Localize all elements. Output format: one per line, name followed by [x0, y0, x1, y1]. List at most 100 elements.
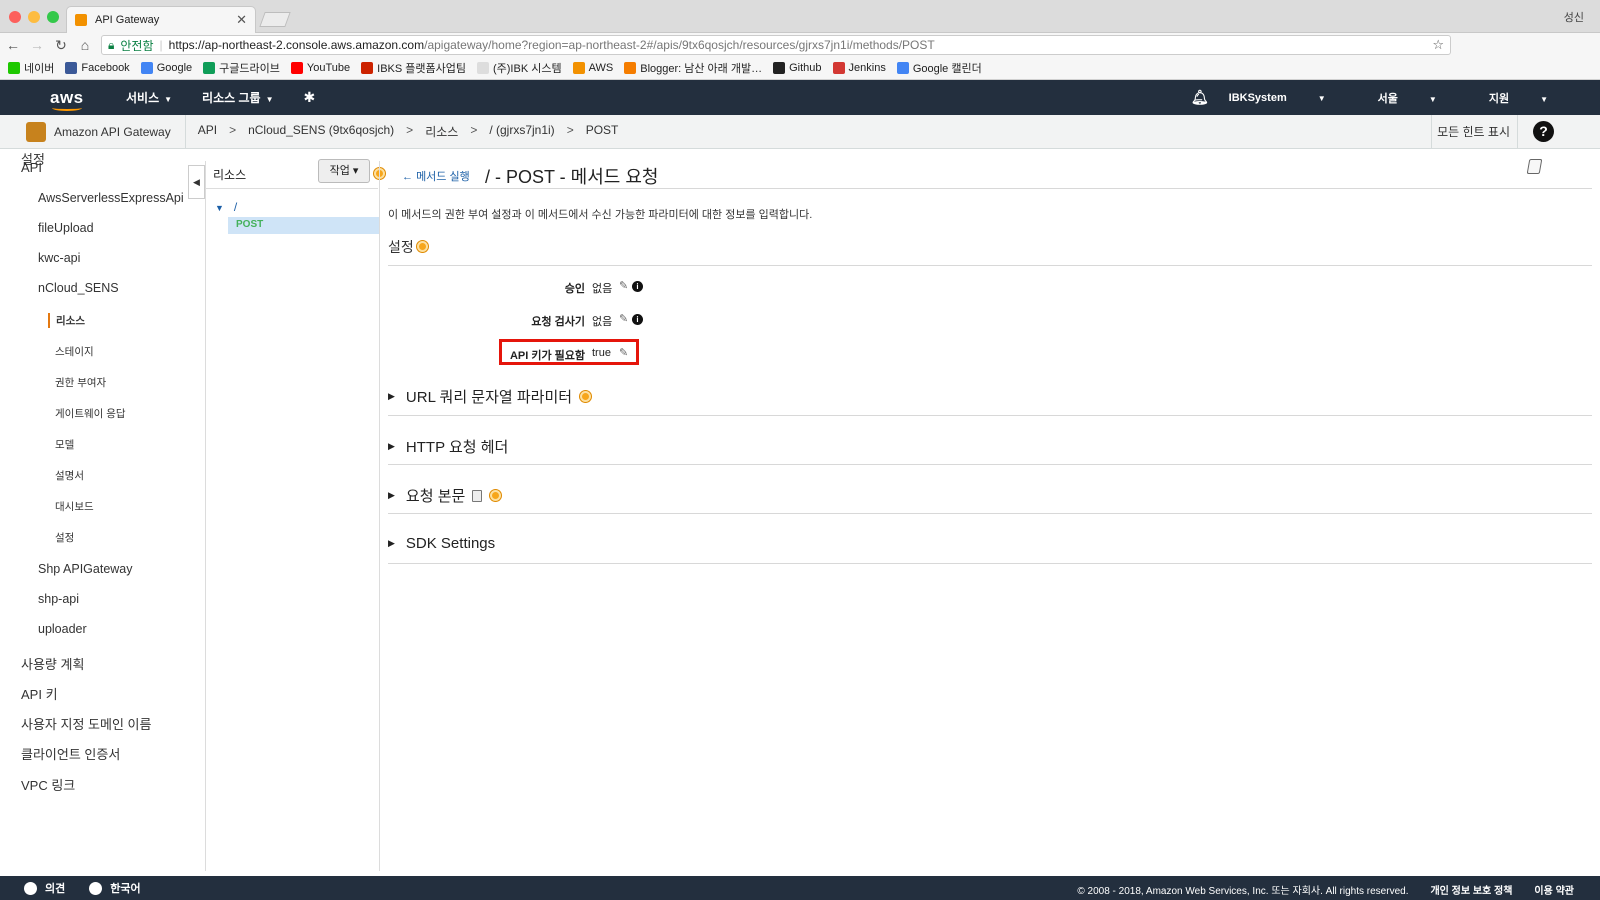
support-menu[interactable]: 지원 ▼: [1489, 90, 1574, 106]
bookmark-star-icon[interactable]: ☆: [1432, 37, 1444, 53]
bookmark-item[interactable]: IBKS 플랫폼사업팀: [361, 60, 466, 76]
chevron-down-icon: ▼: [1428, 94, 1437, 104]
nav-api-item[interactable]: Shp APIGateway: [38, 562, 133, 576]
bookmark-item[interactable]: Jenkins: [832, 62, 886, 74]
bookmark-item[interactable]: (주)IBK 시스템: [476, 60, 562, 76]
actions-button[interactable]: 작업 ▾: [318, 159, 370, 183]
nav-api-item[interactable]: fileUpload: [38, 221, 94, 235]
window-minimize-button[interactable]: [28, 11, 40, 23]
bookmark-item[interactable]: Github: [773, 62, 822, 74]
bookmark-item[interactable]: Google: [140, 62, 192, 74]
help-icon[interactable]: ?: [1533, 121, 1554, 142]
divider: [388, 513, 1592, 514]
nav-item[interactable]: VPC 링크: [21, 775, 75, 794]
bookmark-item[interactable]: Google 캘린더: [896, 60, 982, 76]
bookmark-item[interactable]: Facebook: [65, 62, 130, 74]
browser-tab[interactable]: API Gateway ✕: [66, 6, 256, 33]
bookmark-label: Blogger: 남산 아래 개발…: [640, 63, 763, 75]
resource-method-post[interactable]: POST: [228, 217, 379, 234]
services-menu[interactable]: 서비스 ▼: [126, 89, 172, 106]
pin-icon[interactable]: ✱: [304, 89, 316, 106]
bookmark-item[interactable]: AWS: [572, 62, 613, 74]
hint-icon[interactable]: [417, 241, 428, 252]
forward-arrow-icon[interactable]: →: [26, 37, 48, 53]
documentation-book-icon[interactable]: [1526, 159, 1543, 174]
bookmark-item[interactable]: 구글드라이브: [203, 60, 280, 76]
section-request-body[interactable]: ▶ 요청 본문: [388, 485, 502, 506]
section-http-request-headers[interactable]: ▶ HTTP 요청 헤더: [388, 436, 508, 457]
collapse-sidebar-button[interactable]: ◀: [188, 165, 205, 199]
nav-api-item[interactable]: AwsServerlessExpressApi: [38, 191, 184, 205]
new-tab-button[interactable]: [259, 12, 291, 27]
terms-link[interactable]: 이용 약관: [1534, 882, 1574, 897]
home-icon[interactable]: ⌂: [74, 37, 96, 53]
nav-sub-item[interactable]: 설명서: [55, 468, 84, 483]
resource-groups-menu[interactable]: 리소스 그룹 ▼: [202, 89, 273, 106]
service-name[interactable]: Amazon API Gateway: [54, 125, 171, 139]
nav-sub-item-active[interactable]: 리소스: [48, 313, 85, 328]
breadcrumb-item[interactable]: 리소스: [425, 123, 458, 140]
divider: [1431, 115, 1432, 149]
nav-api-item[interactable]: kwc-api: [38, 251, 80, 265]
nav-api-item[interactable]: uploader: [38, 622, 87, 636]
nav-item[interactable]: 사용량 계획: [21, 654, 84, 673]
lock-icon: 🔒︎: [108, 37, 115, 52]
url-path: /apigateway/home?region=ap-northeast-2#/…: [424, 38, 935, 52]
nav-api-item[interactable]: shp-api: [38, 592, 79, 606]
info-icon[interactable]: i: [632, 314, 643, 325]
show-hints-button[interactable]: 모든 힌트 표시: [1437, 123, 1510, 140]
breadcrumb-item[interactable]: nCloud_SENS (9tx6qosjch): [248, 123, 394, 140]
feedback-link[interactable]: 의견: [24, 880, 65, 896]
hint-icon[interactable]: [580, 391, 592, 402]
tab-close-icon[interactable]: ✕: [236, 12, 247, 28]
tab-title: API Gateway: [95, 14, 160, 26]
caret-right-icon: ▶: [388, 441, 395, 451]
bookmark-favicon-icon: [8, 62, 20, 74]
language-selector[interactable]: 한국어: [89, 880, 141, 896]
notification-bell-icon[interactable]: 🔔︎: [1191, 89, 1209, 106]
nav-sub-item[interactable]: 게이트웨이 응답: [55, 406, 126, 421]
breadcrumb-separator: >: [229, 123, 237, 137]
nav-sub-item[interactable]: 스테이지: [55, 344, 94, 359]
authorization-label: 승인: [564, 283, 585, 295]
region-menu[interactable]: 서울 ▼: [1378, 90, 1463, 106]
bookmark-label: 구글드라이브: [219, 63, 280, 75]
method-execution-link[interactable]: ← 메서드 실행: [402, 168, 470, 184]
nav-item[interactable]: 설정: [21, 149, 45, 168]
privacy-policy-link[interactable]: 개인 정보 보호 정책: [1430, 882, 1512, 897]
nav-item[interactable]: API 키: [21, 684, 58, 703]
section-sdk-settings[interactable]: ▶ SDK Settings: [388, 535, 495, 552]
url-bar[interactable]: 🔒︎ 안전함 | https://ap-northeast-2.console.…: [101, 35, 1451, 55]
info-icon[interactable]: i: [632, 281, 643, 292]
nav-sub-item[interactable]: 권한 부여자: [55, 375, 106, 390]
window-close-button[interactable]: [9, 11, 21, 23]
nav-item[interactable]: 클라이언트 인증서: [21, 744, 120, 763]
nav-sub-item[interactable]: 대시보드: [55, 499, 94, 514]
documentation-book-icon[interactable]: [472, 489, 483, 502]
account-menu[interactable]: IBKSystem ▼: [1229, 92, 1352, 104]
nav-api-item[interactable]: nCloud_SENS: [38, 281, 119, 295]
resource-root[interactable]: ▼ /: [215, 200, 237, 214]
reload-icon[interactable]: ↻: [50, 37, 72, 54]
edit-pencil-icon[interactable]: ✎: [619, 312, 628, 325]
bookmark-item[interactable]: Blogger: 남산 아래 개발…: [624, 60, 762, 76]
section-url-query-params[interactable]: ▶ URL 쿼리 문자열 파라미터: [388, 386, 592, 407]
caret-right-icon: ▶: [388, 490, 395, 500]
bookmark-favicon-icon: [896, 62, 909, 74]
nav-sub-item[interactable]: 설정: [55, 530, 74, 545]
breadcrumb-item[interactable]: / (gjrxs7jn1i): [489, 123, 554, 140]
hint-icon[interactable]: [490, 490, 502, 501]
nav-sub-item[interactable]: 모델: [55, 437, 74, 452]
aws-logo[interactable]: aws: [50, 88, 86, 111]
window-zoom-button[interactable]: [47, 11, 59, 23]
breadcrumb-separator: >: [566, 123, 574, 137]
back-arrow-icon[interactable]: ←: [2, 37, 24, 53]
edit-pencil-icon[interactable]: ✎: [619, 279, 628, 292]
nav-item[interactable]: 사용자 지정 도메인 이름: [21, 714, 151, 733]
bookmark-favicon-icon: [361, 62, 374, 74]
bookmark-item[interactable]: YouTube: [290, 62, 350, 74]
breadcrumb-item[interactable]: API: [198, 123, 217, 140]
divider: [388, 464, 1592, 465]
bookmark-item[interactable]: 네이버: [8, 60, 54, 76]
profile-name[interactable]: 성신: [1564, 9, 1584, 25]
